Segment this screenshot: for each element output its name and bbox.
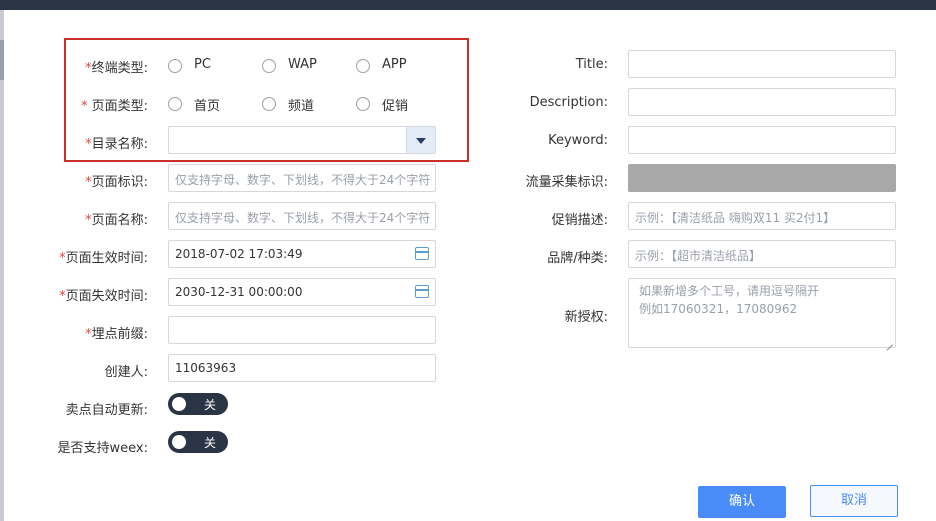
traffic-id-label: 流量采集标识: bbox=[525, 175, 608, 190]
creator-input[interactable]: 11063963 bbox=[168, 354, 436, 382]
page-type-label-text: 页面类型: bbox=[87, 99, 148, 114]
toggle-state-label: 关 bbox=[204, 436, 217, 450]
terminal-type-label: *终端类型: bbox=[85, 57, 148, 76]
radio-page-home[interactable] bbox=[168, 97, 182, 111]
description-input[interactable] bbox=[628, 88, 896, 116]
calendar-icon[interactable] bbox=[415, 285, 429, 298]
page-name-input[interactable]: 仅支持字母、数字、下划线，不得大于24个字符 bbox=[168, 202, 436, 230]
calendar-icon[interactable] bbox=[415, 247, 429, 260]
toggle-state-label: 关 bbox=[204, 398, 217, 412]
backdrop-edge bbox=[0, 10, 4, 521]
description-label: Description: bbox=[529, 95, 608, 110]
creator-value: 11063963 bbox=[175, 361, 237, 375]
chevron-down-icon[interactable] bbox=[406, 127, 435, 153]
backdrop-mark bbox=[0, 40, 4, 80]
directory-name-label: *目录名称: bbox=[85, 133, 148, 152]
terminal-type-label-text: 终端类型: bbox=[91, 61, 148, 76]
weex-label: 是否支持weex: bbox=[57, 441, 148, 456]
new-auth-textarea[interactable]: 如果新增多个工号，请用逗号隔开 例如17060321，17080962 bbox=[628, 278, 896, 348]
new-auth-placeholder-line1: 如果新增多个工号，请用逗号隔开 bbox=[639, 284, 820, 298]
directory-name-select[interactable] bbox=[168, 126, 436, 154]
page-id-placeholder: 仅支持字母、数字、下划线，不得大于24个字符 bbox=[175, 173, 431, 187]
page-name-label: *页面名称: bbox=[85, 209, 148, 228]
toggle-knob bbox=[172, 397, 186, 411]
traffic-id-input bbox=[628, 164, 896, 192]
radio-label-pc: PC bbox=[194, 57, 211, 72]
brand-category-input[interactable]: 示例：【超市清洁纸品】 bbox=[628, 240, 896, 268]
radio-terminal-wap[interactable] bbox=[262, 59, 276, 73]
expire-time-label: *页面失效时间: bbox=[59, 285, 148, 304]
radio-label-promo: 促销 bbox=[382, 99, 409, 114]
radio-label-channel: 频道 bbox=[288, 99, 315, 114]
page-id-label-text: 页面标识: bbox=[91, 175, 148, 190]
title-label: Title: bbox=[575, 57, 608, 72]
radio-terminal-pc[interactable] bbox=[168, 59, 182, 73]
title-input[interactable] bbox=[628, 50, 896, 78]
page-name-label-text: 页面名称: bbox=[91, 213, 148, 228]
auto-update-label: 卖点自动更新: bbox=[65, 403, 148, 418]
radio-page-channel[interactable] bbox=[262, 97, 276, 111]
brand-category-placeholder: 示例：【超市清洁纸品】 bbox=[635, 249, 762, 263]
cancel-button[interactable]: 取消 bbox=[810, 485, 898, 517]
keyword-input[interactable] bbox=[628, 126, 896, 154]
effective-time-value: 2018-07-02 17:03:49 bbox=[175, 247, 303, 261]
creator-label: 创建人: bbox=[104, 365, 148, 380]
radio-label-app: APP bbox=[382, 57, 407, 72]
expire-time-value: 2030-12-31 00:00:00 bbox=[175, 285, 303, 299]
directory-name-label-text: 目录名称: bbox=[91, 137, 148, 152]
tracking-prefix-label-text: 埋点前缀: bbox=[91, 327, 148, 342]
expire-time-input[interactable]: 2030-12-31 00:00:00 bbox=[168, 278, 436, 306]
radio-page-promo[interactable] bbox=[356, 97, 370, 111]
brand-category-label: 品牌/种类: bbox=[547, 251, 608, 266]
effective-time-input[interactable]: 2018-07-02 17:03:49 bbox=[168, 240, 436, 268]
radio-label-home: 首页 bbox=[194, 99, 221, 114]
toggle-knob bbox=[172, 435, 186, 449]
effective-time-label: *页面生效时间: bbox=[59, 247, 148, 266]
keyword-label: Keyword: bbox=[548, 133, 608, 148]
effective-time-label-text: 页面生效时间: bbox=[65, 251, 148, 266]
weex-toggle[interactable]: 关 bbox=[168, 431, 228, 453]
expire-time-label-text: 页面失效时间: bbox=[65, 289, 148, 304]
tracking-prefix-label: *埋点前缀: bbox=[85, 323, 148, 342]
page-type-label: * 页面类型: bbox=[81, 95, 148, 114]
auto-update-toggle[interactable]: 关 bbox=[168, 393, 228, 415]
promo-desc-placeholder: 示例：【清洁纸品 嗨购双11 买2付1】 bbox=[635, 211, 836, 225]
new-auth-label: 新授权: bbox=[564, 310, 608, 325]
promo-desc-label: 促销描述: bbox=[551, 213, 608, 228]
page-id-label: *页面标识: bbox=[85, 171, 148, 190]
page-name-placeholder: 仅支持字母、数字、下划线，不得大于24个字符 bbox=[175, 211, 431, 225]
page-id-input[interactable]: 仅支持字母、数字、下划线，不得大于24个字符 bbox=[168, 164, 436, 192]
promo-desc-input[interactable]: 示例：【清洁纸品 嗨购双11 买2付1】 bbox=[628, 202, 896, 230]
confirm-button[interactable]: 确认 bbox=[698, 486, 786, 518]
dialog-top-bar bbox=[0, 0, 936, 10]
radio-label-wap: WAP bbox=[288, 57, 317, 72]
radio-terminal-app[interactable] bbox=[356, 59, 370, 73]
tracking-prefix-input[interactable] bbox=[168, 316, 436, 344]
resize-handle-icon[interactable] bbox=[885, 337, 893, 345]
new-auth-placeholder-line2: 例如17060321，17080962 bbox=[639, 302, 798, 316]
